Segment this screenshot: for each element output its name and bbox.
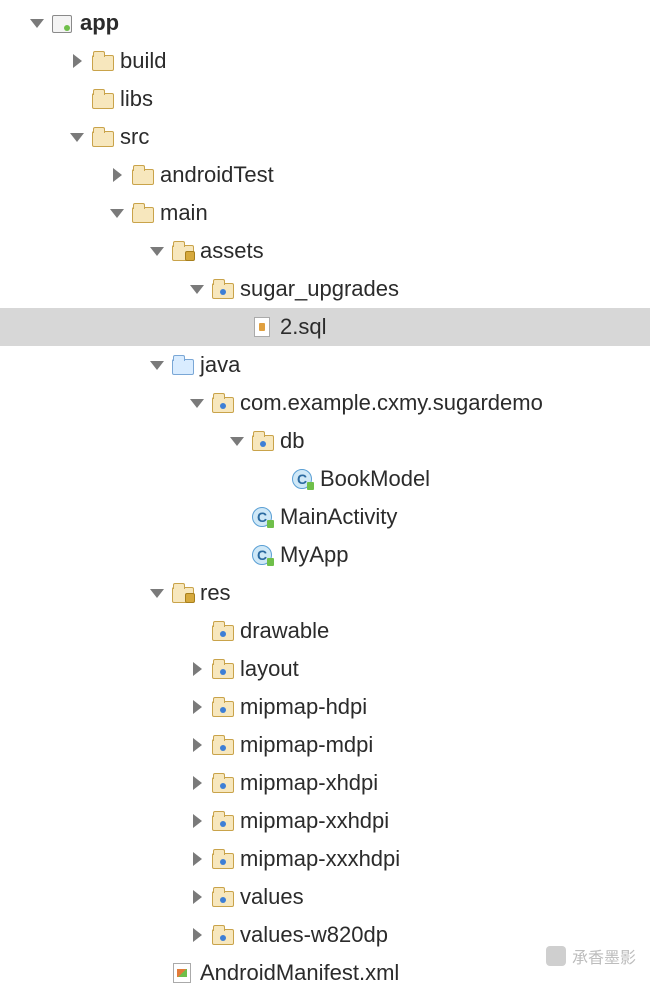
chevron-down-icon[interactable] — [110, 205, 126, 221]
tree-row[interactable]: mipmap-xhdpi — [0, 764, 650, 802]
tree-label: 2.sql — [280, 314, 326, 340]
tree-row[interactable]: src — [0, 118, 650, 156]
tree-label: java — [200, 352, 240, 378]
module-icon — [52, 13, 74, 33]
tree-row[interactable]: mipmap-xxhdpi — [0, 802, 650, 840]
tree-row[interactable]: main — [0, 194, 650, 232]
package-folder-icon — [212, 925, 234, 945]
folder-icon — [132, 165, 154, 185]
package-folder-icon — [212, 735, 234, 755]
package-folder-icon — [212, 393, 234, 413]
tree-label: mipmap-hdpi — [240, 694, 367, 720]
tree-label: BookModel — [320, 466, 430, 492]
chevron-down-icon[interactable] — [150, 357, 166, 373]
xml-file-icon — [172, 963, 194, 983]
folder-icon — [92, 51, 114, 71]
package-folder-icon — [212, 887, 234, 907]
chevron-right-icon[interactable] — [70, 53, 86, 69]
folder-icon — [132, 203, 154, 223]
tree-label: app — [80, 10, 119, 36]
resource-folder-icon — [172, 583, 194, 603]
chevron-down-icon[interactable] — [190, 281, 206, 297]
chevron-right-icon[interactable] — [190, 851, 206, 867]
chevron-down-icon[interactable] — [150, 585, 166, 601]
folder-icon — [92, 89, 114, 109]
chevron-right-icon[interactable] — [190, 699, 206, 715]
tree-row[interactable]: drawable — [0, 612, 650, 650]
tree-label: layout — [240, 656, 299, 682]
chevron-down-icon[interactable] — [150, 243, 166, 259]
tree-label: mipmap-xhdpi — [240, 770, 378, 796]
chevron-down-icon[interactable] — [230, 433, 246, 449]
tree-row[interactable]: db — [0, 422, 650, 460]
tree-label: res — [200, 580, 231, 606]
tree-row[interactable]: assets — [0, 232, 650, 270]
package-folder-icon — [212, 811, 234, 831]
tree-label: mipmap-mdpi — [240, 732, 373, 758]
package-folder-icon — [212, 279, 234, 299]
chevron-right-icon[interactable] — [190, 927, 206, 943]
tree-row[interactable]: 2.sql — [0, 308, 650, 346]
class-icon: C — [252, 507, 274, 527]
package-folder-icon — [212, 849, 234, 869]
tree-row[interactable]: androidTest — [0, 156, 650, 194]
watermark: 承香墨影 — [546, 944, 636, 968]
class-icon: C — [292, 469, 314, 489]
package-folder-icon — [212, 773, 234, 793]
watermark-text: 承香墨影 — [572, 944, 636, 968]
chevron-down-icon[interactable] — [30, 15, 46, 31]
tree-row[interactable]: java — [0, 346, 650, 384]
tree-label: main — [160, 200, 208, 226]
package-folder-icon — [212, 697, 234, 717]
chevron-right-icon[interactable] — [190, 813, 206, 829]
sql-file-icon — [252, 317, 274, 337]
tree-label: db — [280, 428, 304, 454]
tree-row[interactable]: build — [0, 42, 650, 80]
chevron-down-icon[interactable] — [190, 395, 206, 411]
chevron-right-icon[interactable] — [110, 167, 126, 183]
tree-row[interactable]: app — [0, 4, 650, 42]
tree-row[interactable]: C MyApp — [0, 536, 650, 574]
tree-row[interactable]: mipmap-hdpi — [0, 688, 650, 726]
project-tree[interactable]: appbuild libs src androidTest main assets suga… — [0, 0, 650, 986]
tree-row[interactable]: mipmap-xxxhdpi — [0, 840, 650, 878]
folder-icon — [92, 127, 114, 147]
package-folder-icon — [212, 659, 234, 679]
tree-label: androidTest — [160, 162, 274, 188]
tree-label: sugar_upgrades — [240, 276, 399, 302]
tree-row[interactable]: C BookModel — [0, 460, 650, 498]
tree-label: AndroidManifest.xml — [200, 960, 399, 986]
tree-label: values — [240, 884, 304, 910]
chevron-right-icon[interactable] — [190, 661, 206, 677]
tree-row[interactable]: libs — [0, 80, 650, 118]
watermark-icon — [546, 946, 566, 966]
tree-label: MainActivity — [280, 504, 397, 530]
tree-label: values-w820dp — [240, 922, 388, 948]
tree-label: assets — [200, 238, 264, 264]
tree-label: build — [120, 48, 166, 74]
tree-label: drawable — [240, 618, 329, 644]
tree-label: MyApp — [280, 542, 348, 568]
tree-row[interactable]: sugar_upgrades — [0, 270, 650, 308]
tree-row[interactable]: mipmap-mdpi — [0, 726, 650, 764]
package-folder-icon — [252, 431, 274, 451]
chevron-right-icon[interactable] — [190, 775, 206, 791]
tree-row[interactable]: com.example.cxmy.sugardemo — [0, 384, 650, 422]
tree-row[interactable]: layout — [0, 650, 650, 688]
tree-row[interactable]: C MainActivity — [0, 498, 650, 536]
tree-row[interactable]: res — [0, 574, 650, 612]
chevron-right-icon[interactable] — [190, 737, 206, 753]
resource-folder-icon — [172, 241, 194, 261]
tree-label: libs — [120, 86, 153, 112]
tree-label: src — [120, 124, 149, 150]
tree-label: mipmap-xxhdpi — [240, 808, 389, 834]
chevron-right-icon[interactable] — [190, 889, 206, 905]
package-folder-icon — [212, 621, 234, 641]
tree-label: mipmap-xxxhdpi — [240, 846, 400, 872]
chevron-down-icon[interactable] — [70, 129, 86, 145]
java-folder-icon — [172, 355, 194, 375]
tree-row[interactable]: values — [0, 878, 650, 916]
class-icon: C — [252, 545, 274, 565]
tree-label: com.example.cxmy.sugardemo — [240, 390, 543, 416]
